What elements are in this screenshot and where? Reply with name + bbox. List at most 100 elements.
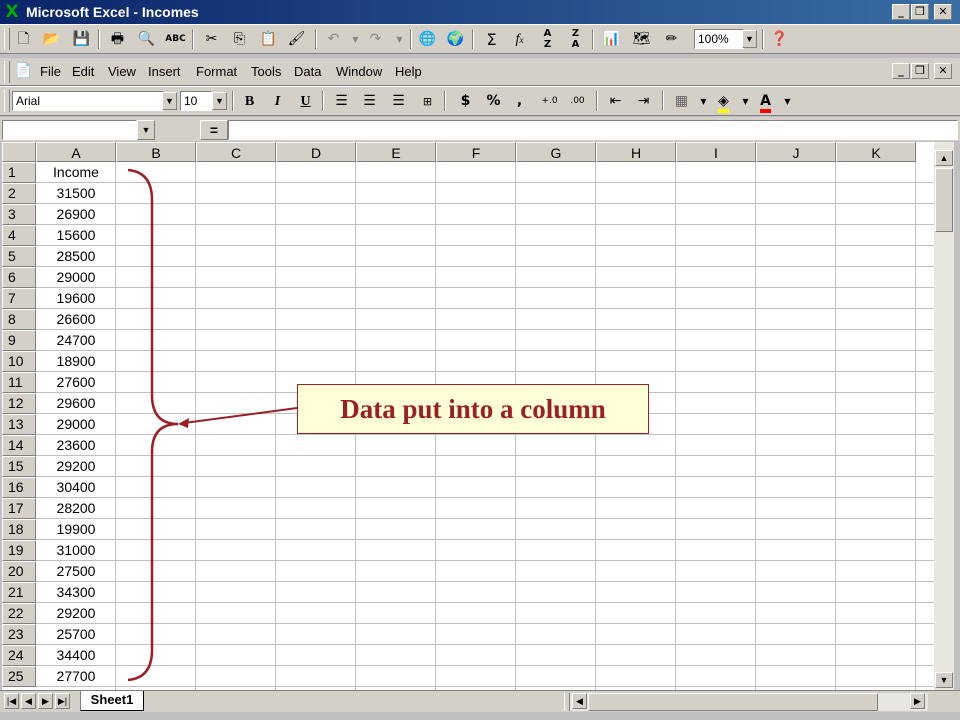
help-icon[interactable]: ❓ (768, 28, 791, 51)
cell-A8[interactable]: 26600 (36, 309, 116, 330)
document-icon[interactable]: 📄 (12, 60, 35, 83)
print-icon[interactable]: 🖶 (106, 28, 129, 51)
row-header-12[interactable]: 12 (2, 393, 36, 414)
row-header-18[interactable]: 18 (2, 519, 36, 540)
increase-indent-icon[interactable]: ⇥ (632, 90, 655, 113)
vertical-scroll-thumb[interactable] (935, 168, 953, 232)
redo-icon[interactable]: ↷ (364, 28, 387, 51)
formula-input[interactable] (228, 120, 958, 140)
percent-button[interactable]: % (482, 90, 505, 113)
name-box[interactable] (2, 120, 137, 140)
last-sheet-icon[interactable]: ▶| (55, 693, 70, 709)
open-icon[interactable]: 📂 (40, 28, 63, 51)
cell-A16[interactable]: 30400 (36, 477, 116, 498)
spelling-icon[interactable]: ABC (164, 28, 187, 51)
decrease-indent-icon[interactable]: ⇤ (604, 90, 627, 113)
row-header-16[interactable]: 16 (2, 477, 36, 498)
cell-A2[interactable]: 31500 (36, 183, 116, 204)
menu-data[interactable]: Data (294, 64, 321, 80)
row-header-11[interactable]: 11 (2, 372, 36, 393)
cell-A6[interactable]: 29000 (36, 267, 116, 288)
toolbar-grip[interactable] (4, 28, 10, 50)
row-header-19[interactable]: 19 (2, 540, 36, 561)
merge-center-icon[interactable]: ⊞ (416, 90, 439, 113)
row-header-13[interactable]: 13 (2, 414, 36, 435)
new-icon[interactable]: 🗋 (12, 28, 35, 51)
sort-descending-icon[interactable]: ZA (564, 28, 587, 51)
row-header-17[interactable]: 17 (2, 498, 36, 519)
cell-A18[interactable]: 19900 (36, 519, 116, 540)
doc-minimize-button[interactable]: _ (892, 63, 910, 79)
column-header-C[interactable]: C (196, 142, 276, 162)
font-size-combo[interactable]: 10 (180, 91, 212, 111)
map-icon[interactable]: 🗺 (630, 28, 653, 51)
cell-A7[interactable]: 19600 (36, 288, 116, 309)
align-center-icon[interactable]: ☰ (358, 90, 381, 113)
row-header-10[interactable]: 10 (2, 351, 36, 372)
row-header-2[interactable]: 2 (2, 183, 36, 204)
cell-A1[interactable]: Income (36, 162, 116, 183)
size-dropdown-icon[interactable]: ▼ (212, 92, 227, 110)
zoom-combo[interactable]: 100% (694, 29, 744, 49)
column-header-F[interactable]: F (436, 142, 516, 162)
column-header-A[interactable]: A (36, 142, 116, 162)
column-header-D[interactable]: D (276, 142, 356, 162)
increase-decimal-icon[interactable]: +.0 (538, 90, 561, 113)
first-sheet-icon[interactable]: |◀ (4, 693, 19, 709)
cut-icon[interactable]: ✂ (200, 28, 223, 51)
row-header-5[interactable]: 5 (2, 246, 36, 267)
cell-A15[interactable]: 29200 (36, 456, 116, 477)
column-header-I[interactable]: I (676, 142, 756, 162)
menubar-grip[interactable] (4, 61, 10, 83)
font-dropdown-icon[interactable]: ▼ (162, 92, 177, 110)
horizontal-scrollbar[interactable]: ◀ ▶ (570, 693, 928, 711)
currency-button[interactable]: $ (454, 90, 477, 113)
cell-A21[interactable]: 34300 (36, 582, 116, 603)
row-header-4[interactable]: 4 (2, 225, 36, 246)
copy-icon[interactable]: ⎘ (228, 28, 251, 51)
cell-A5[interactable]: 28500 (36, 246, 116, 267)
comma-button[interactable]: , (508, 90, 531, 113)
sheet-tab[interactable]: Sheet1 (80, 691, 144, 711)
drawing-icon[interactable]: ✏ (660, 28, 683, 51)
restore-button[interactable]: ❐ (911, 4, 929, 20)
autosum-icon[interactable]: Σ (480, 28, 503, 51)
paste-function-icon[interactable]: fx (508, 28, 531, 51)
italic-button[interactable]: I (266, 90, 289, 113)
menu-window[interactable]: Window (336, 64, 382, 80)
scroll-right-icon[interactable]: ▶ (910, 693, 925, 709)
format-painter-icon[interactable]: 🖌 (285, 28, 308, 51)
cell-A3[interactable]: 26900 (36, 204, 116, 225)
cell-A4[interactable]: 15600 (36, 225, 116, 246)
column-header-K[interactable]: K (836, 142, 916, 162)
row-header-21[interactable]: 21 (2, 582, 36, 603)
print-preview-icon[interactable]: 🔍 (135, 28, 158, 51)
doc-restore-button[interactable]: ❐ (911, 63, 929, 79)
row-header-8[interactable]: 8 (2, 309, 36, 330)
column-header-E[interactable]: E (356, 142, 436, 162)
menu-insert[interactable]: Insert (148, 64, 181, 80)
scroll-left-icon[interactable]: ◀ (572, 693, 587, 709)
chart-wizard-icon[interactable]: 📊 (600, 28, 623, 51)
name-box-dropdown-icon[interactable]: ▼ (137, 120, 155, 140)
cell-A14[interactable]: 23600 (36, 435, 116, 456)
row-header-24[interactable]: 24 (2, 645, 36, 666)
minimize-button[interactable]: _ (892, 4, 910, 20)
row-header-23[interactable]: 23 (2, 624, 36, 645)
row-header-25[interactable]: 25 (2, 666, 36, 687)
doc-close-button[interactable]: ✕ (934, 63, 952, 79)
align-right-icon[interactable]: ☰ (387, 90, 410, 113)
cell-A23[interactable]: 25700 (36, 624, 116, 645)
undo-icon[interactable]: ↶ (322, 28, 345, 51)
horizontal-scroll-thumb[interactable] (588, 693, 878, 711)
font-color-dropdown-icon[interactable]: ▼ (776, 90, 799, 113)
row-header-20[interactable]: 20 (2, 561, 36, 582)
cell-A20[interactable]: 27500 (36, 561, 116, 582)
row-header-1[interactable]: 1 (2, 162, 36, 183)
paste-icon[interactable]: 📋 (257, 28, 280, 51)
cell-A9[interactable]: 24700 (36, 330, 116, 351)
cell-A22[interactable]: 29200 (36, 603, 116, 624)
cell-A13[interactable]: 29000 (36, 414, 116, 435)
column-header-J[interactable]: J (756, 142, 836, 162)
select-all-corner[interactable] (2, 142, 36, 162)
